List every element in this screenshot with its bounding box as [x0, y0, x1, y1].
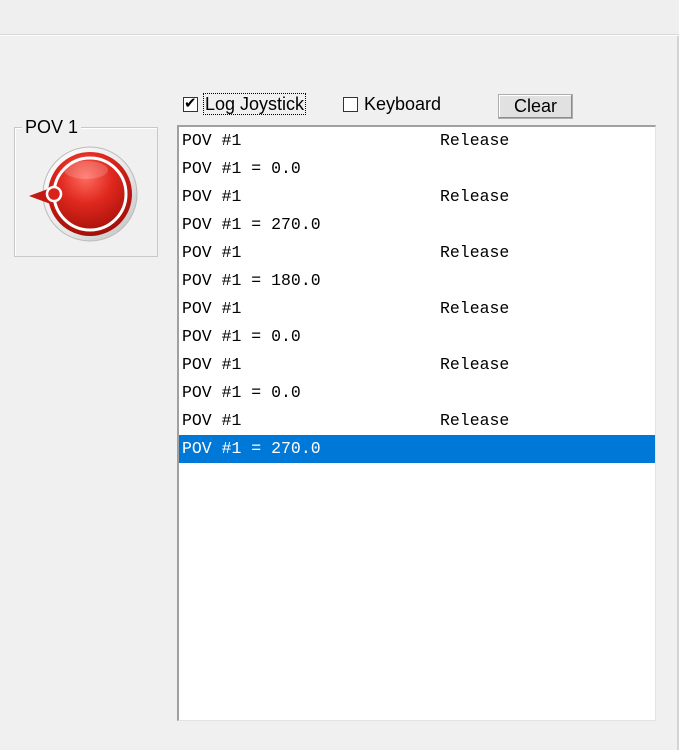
keyboard-label[interactable]: Keyboard	[364, 94, 441, 115]
list-item[interactable]: POV #1 Release	[179, 183, 655, 211]
list-item-event: Release	[440, 355, 510, 374]
list-item[interactable]: POV #1 Release	[179, 351, 655, 379]
list-item[interactable]: POV #1 = 270.0	[179, 435, 655, 463]
list-item-event: Release	[440, 131, 510, 150]
list-item-text: POV #1 = 270.0	[182, 215, 321, 234]
list-item-text: POV #1 = 270.0	[182, 439, 321, 458]
list-item-text: POV #1	[182, 355, 242, 374]
joystick-test-panel: POV 1 ✔ Log Joystick Keyboard Clear POV …	[0, 0, 679, 750]
list-item-text: POV #1 = 0.0	[182, 383, 301, 402]
log-joystick-checkbox[interactable]: ✔ Log Joystick	[183, 92, 307, 116]
list-item[interactable]: POV #1 = 0.0	[179, 379, 655, 407]
pov-group-label: POV 1	[22, 117, 82, 137]
list-item-text: POV #1	[182, 411, 242, 430]
list-item-text: POV #1 = 0.0	[182, 327, 301, 346]
list-item[interactable]: POV #1 = 0.0	[179, 155, 655, 183]
list-item[interactable]: POV #1 Release	[179, 407, 655, 435]
keyboard-checkbox-box[interactable]	[343, 96, 358, 112]
list-item-text: POV #1	[182, 243, 242, 262]
list-item-event: Release	[440, 299, 510, 318]
list-item[interactable]: POV #1 Release	[179, 295, 655, 323]
list-item[interactable]: POV #1 Release	[179, 239, 655, 267]
clear-button[interactable]: Clear	[498, 94, 573, 119]
keyboard-checkbox[interactable]: Keyboard	[343, 92, 441, 116]
divider	[0, 35, 679, 36]
list-item-text: POV #1 = 180.0	[182, 271, 321, 290]
list-item-text: POV #1 = 0.0	[182, 159, 301, 178]
list-item-event: Release	[440, 411, 510, 430]
log-joystick-label[interactable]: Log Joystick	[202, 93, 307, 115]
log-joystick-checkbox-box[interactable]: ✔	[183, 93, 198, 112]
list-item[interactable]: POV #1 = 0.0	[179, 323, 655, 351]
list-item[interactable]: POV #1 = 270.0	[179, 211, 655, 239]
list-item[interactable]: POV #1 = 180.0	[179, 267, 655, 295]
event-log-list[interactable]: POV #1 Release POV #1 = 0.0 POV #1 Release PO…	[177, 125, 656, 721]
list-item-event: Release	[440, 187, 510, 206]
pov-hat-indicator-icon	[29, 146, 138, 242]
list-item-text: POV #1	[182, 187, 242, 206]
list-item-event: Release	[440, 243, 510, 262]
list-item-text: POV #1	[182, 299, 242, 318]
list-item[interactable]: POV #1 Release	[179, 127, 655, 155]
top-toolbar-area	[0, 0, 679, 35]
list-item-text: POV #1	[182, 131, 242, 150]
checkmark-icon: ✔	[184, 93, 197, 112]
